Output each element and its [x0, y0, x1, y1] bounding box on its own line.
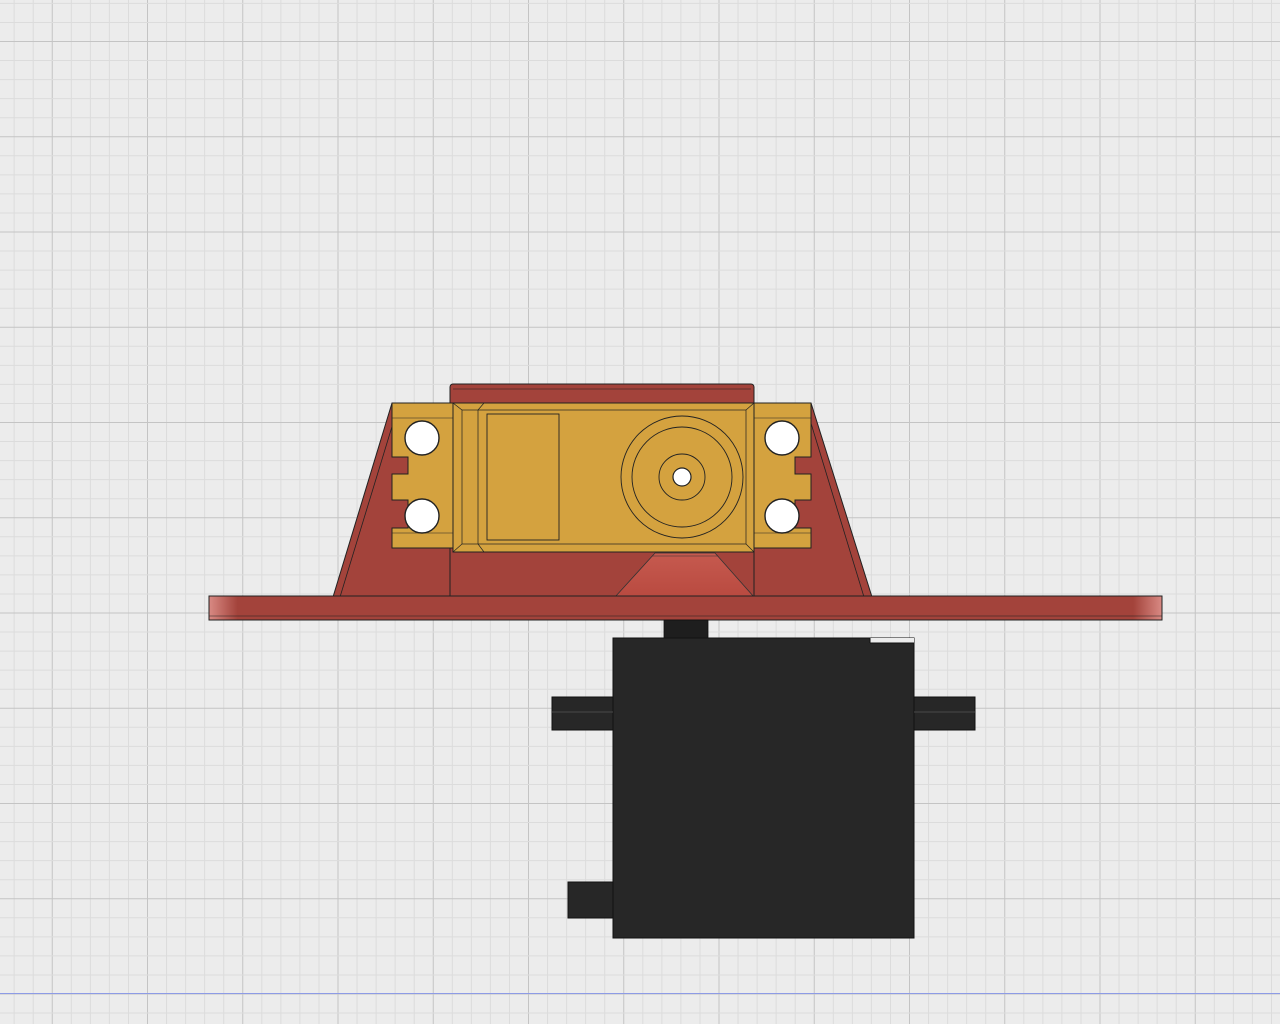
- servo-case: [612, 637, 915, 939]
- servo-body[interactable]: [551, 619, 976, 939]
- 3d-viewport[interactable]: [0, 0, 1280, 1024]
- mount-hole-bottom-right: [764, 498, 800, 534]
- servo-tab-right: [913, 696, 976, 731]
- servo-shaft: [663, 619, 709, 641]
- servo-tab-left: [551, 696, 614, 731]
- model-canvas[interactable]: [0, 0, 1280, 1024]
- servo-label-panel: [486, 413, 560, 541]
- servo-mounting-flange[interactable]: [391, 402, 812, 553]
- mount-hole-top-left: [404, 420, 440, 456]
- mount-hole-bottom-left: [404, 498, 440, 534]
- servo-output-spline[interactable]: [620, 415, 744, 539]
- spline-center-hole: [672, 467, 692, 487]
- servo-cable-exit: [567, 881, 614, 919]
- mount-hole-top-right: [764, 420, 800, 456]
- bracket-base-plate[interactable]: [208, 595, 1163, 621]
